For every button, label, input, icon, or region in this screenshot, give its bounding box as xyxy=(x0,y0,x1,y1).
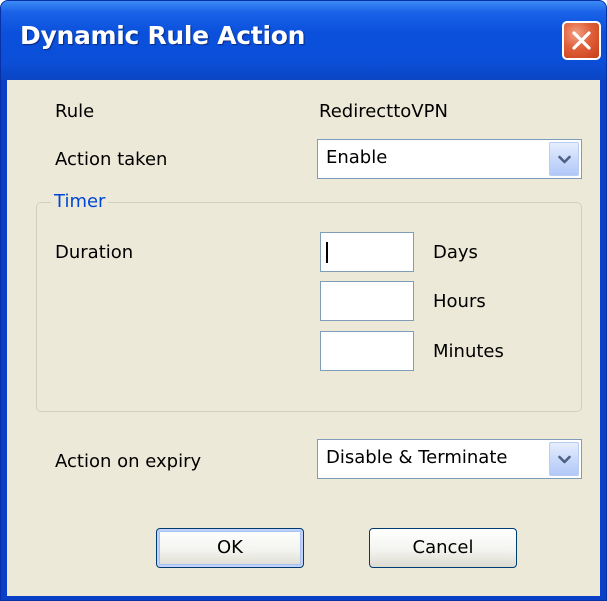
minutes-input-box[interactable] xyxy=(320,331,414,371)
hours-input-box[interactable] xyxy=(320,281,414,321)
dialog-window: Dynamic Rule Action Rule RedirecttoVPN A… xyxy=(0,0,607,601)
dialog-body: Rule RedirecttoVPN Action taken Enable T… xyxy=(7,80,600,596)
rule-label: Rule xyxy=(55,101,95,122)
action-on-expiry-label: Action on expiry xyxy=(55,451,202,472)
cancel-button[interactable]: Cancel xyxy=(369,528,517,568)
action-on-expiry-value: Disable & Terminate xyxy=(326,447,508,468)
ok-button[interactable]: OK xyxy=(156,528,304,568)
timer-group-label: Timer xyxy=(51,191,109,212)
action-on-expiry-select[interactable]: Disable & Terminate xyxy=(317,439,582,479)
days-input-box[interactable] xyxy=(320,232,414,272)
action-taken-value: Enable xyxy=(326,147,388,168)
timer-group xyxy=(36,202,582,412)
action-on-expiry-dropdown-button[interactable] xyxy=(549,442,579,476)
close-button[interactable] xyxy=(562,21,601,60)
hours-label: Hours xyxy=(433,291,486,312)
chevron-down-icon xyxy=(558,155,571,164)
action-taken-select[interactable]: Enable xyxy=(317,139,582,179)
minutes-input[interactable] xyxy=(321,332,413,370)
text-caret xyxy=(326,242,328,263)
window-title: Dynamic Rule Action xyxy=(20,21,306,50)
close-icon xyxy=(572,31,591,50)
minutes-label: Minutes xyxy=(433,341,504,362)
action-taken-dropdown-button[interactable] xyxy=(549,142,579,176)
days-input[interactable] xyxy=(321,233,413,271)
days-label: Days xyxy=(433,242,478,263)
action-taken-label: Action taken xyxy=(55,149,168,170)
chevron-down-icon xyxy=(558,455,571,464)
duration-label: Duration xyxy=(55,242,134,263)
hours-input[interactable] xyxy=(321,282,413,320)
rule-value: RedirecttoVPN xyxy=(319,101,448,122)
title-bar[interactable]: Dynamic Rule Action xyxy=(1,1,606,80)
